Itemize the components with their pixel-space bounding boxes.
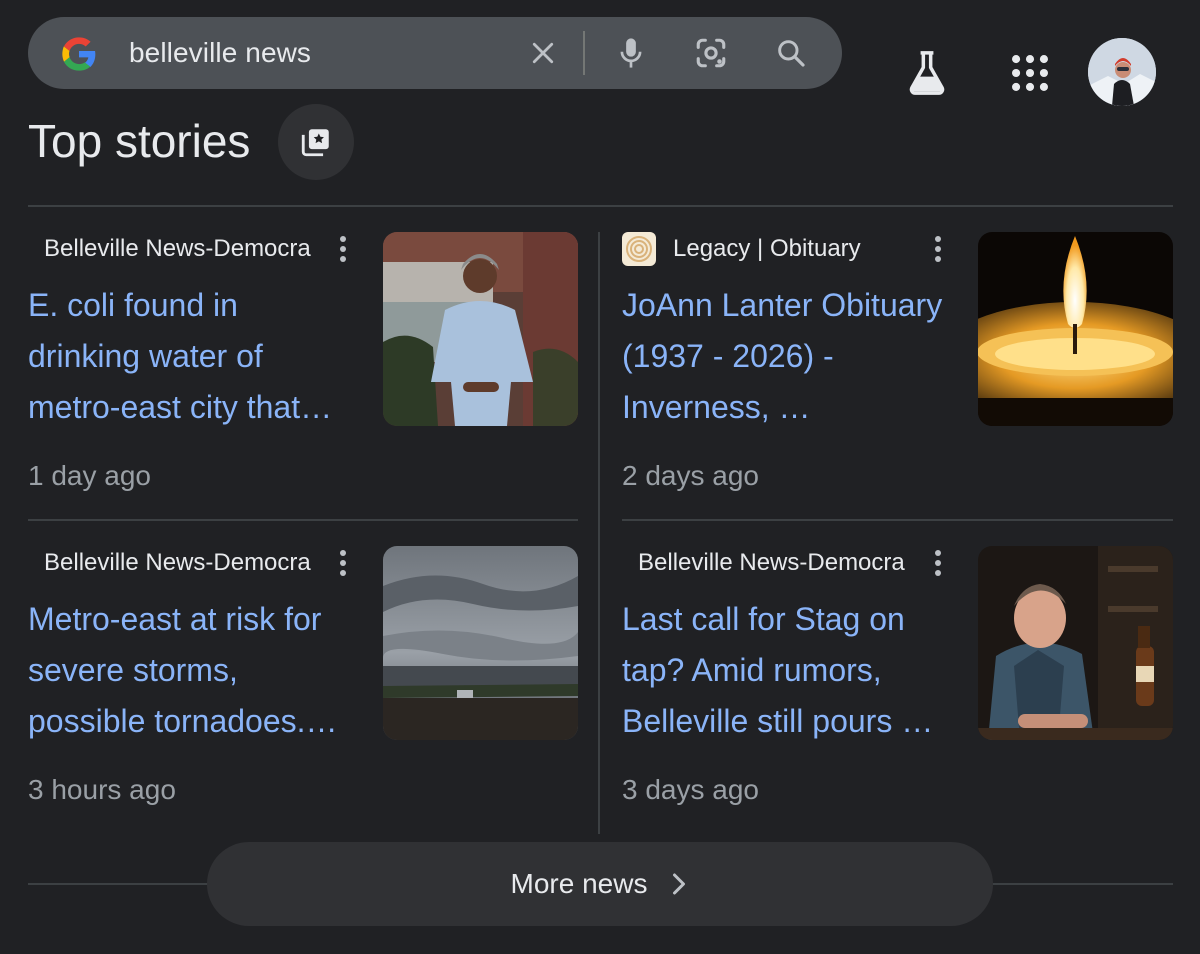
more-options-icon[interactable] <box>338 550 348 580</box>
more-divider-right <box>992 883 1173 885</box>
story-thumbnail[interactable] <box>383 232 578 426</box>
row-divider-right <box>622 519 1173 521</box>
more-options-icon[interactable] <box>338 236 348 266</box>
story-thumbnail[interactable] <box>978 546 1173 740</box>
more-options-icon[interactable] <box>933 550 943 580</box>
more-options-icon[interactable] <box>933 236 943 266</box>
camera-lens-icon[interactable] <box>693 35 729 71</box>
chevron-right-icon <box>673 873 686 895</box>
story-source: Belleville News-Democra <box>44 549 311 576</box>
story-card[interactable]: Belleville News-Democra Metro-east at ri… <box>28 546 580 826</box>
story-time: 1 day ago <box>28 460 151 491</box>
story-time: 2 days ago <box>622 460 759 491</box>
search-input[interactable]: belleville news <box>129 17 311 89</box>
story-thumbnail[interactable] <box>978 232 1173 426</box>
microphone-icon[interactable] <box>613 35 649 71</box>
row-divider-left <box>28 519 578 521</box>
story-time: 3 hours ago <box>28 774 176 805</box>
story-card[interactable]: Belleville News-Democra Last call for St… <box>622 546 1174 826</box>
search-bar[interactable]: belleville news <box>28 17 842 89</box>
story-thumbnail[interactable] <box>383 546 578 740</box>
story-source: Legacy | Obituary <box>673 235 861 262</box>
flask-icon[interactable] <box>900 46 954 100</box>
account-avatar[interactable] <box>1088 38 1156 106</box>
story-time: 3 days ago <box>622 774 759 805</box>
column-divider <box>598 232 600 834</box>
story-source: Belleville News-Democra <box>638 549 905 576</box>
google-logo-icon <box>62 37 96 71</box>
story-card[interactable]: Legacy | Obituary JoAnn Lanter Obituary … <box>622 232 1174 512</box>
story-headline[interactable]: JoAnn Lanter Obituary (1937 - 2026) - In… <box>622 280 952 433</box>
search-divider <box>583 31 585 75</box>
story-headline[interactable]: E. coli found in drinking water of metro… <box>28 280 358 433</box>
section-title: Top stories <box>28 115 251 167</box>
stacked-news-icon <box>301 129 329 157</box>
story-card[interactable]: Belleville News-Democra E. coli found in… <box>28 232 580 512</box>
close-icon[interactable] <box>525 35 561 71</box>
story-headline[interactable]: Metro-east at risk for severe storms, po… <box>28 594 358 747</box>
legacy-logo-icon <box>622 232 656 266</box>
search-icon[interactable] <box>773 35 809 71</box>
story-source: Belleville News-Democra <box>44 235 311 262</box>
follow-topic-button[interactable] <box>278 104 354 180</box>
more-divider-left <box>28 883 208 885</box>
more-news-button[interactable]: More news <box>207 842 993 926</box>
story-headline[interactable]: Last call for Stag on tap? Amid rumors, … <box>622 594 952 747</box>
more-news-label: More news <box>510 868 648 899</box>
apps-grid-icon[interactable] <box>1003 46 1057 100</box>
section-divider <box>28 205 1173 207</box>
results-page: belleville news Top stories Belleville N… <box>0 0 1200 954</box>
